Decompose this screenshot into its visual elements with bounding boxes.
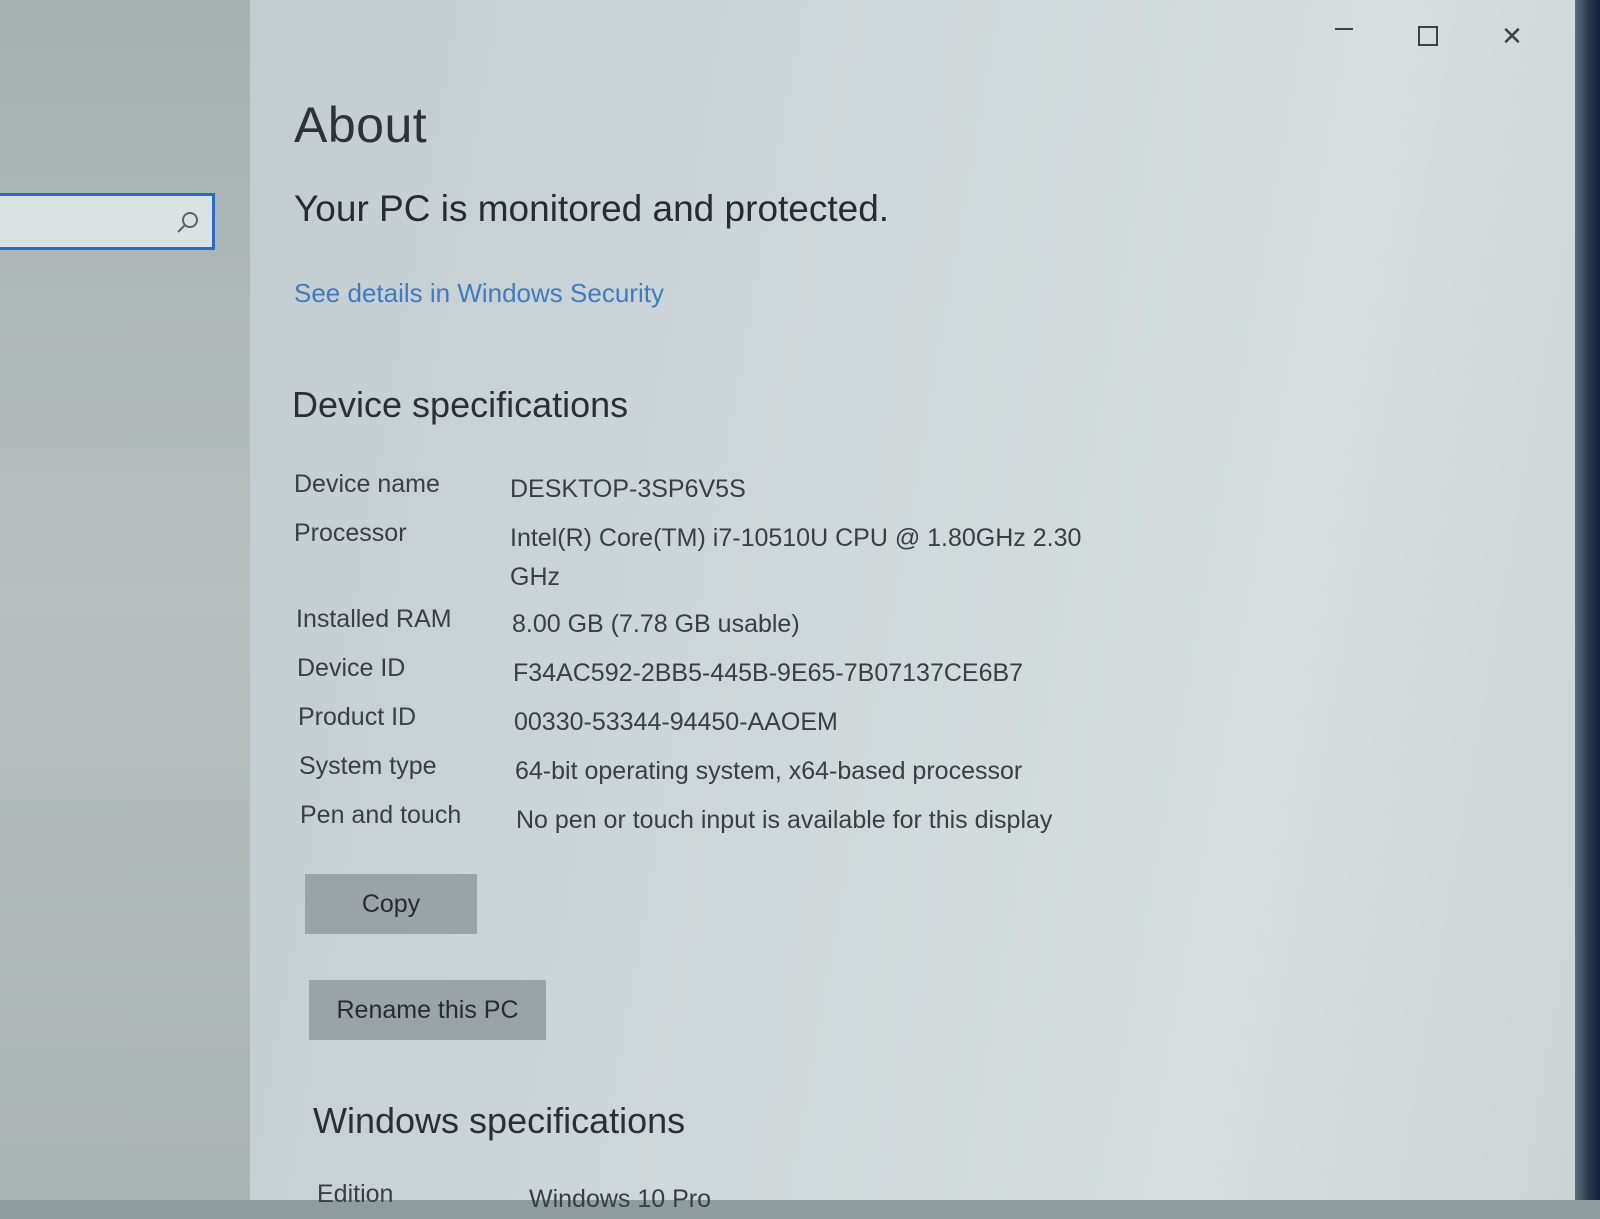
protection-status: Your PC is monitored and protected. bbox=[294, 188, 890, 229]
sidebar bbox=[0, 0, 250, 1200]
spec-label: Pen and touch bbox=[300, 801, 462, 829]
spec-value: No pen or touch input is available for t… bbox=[516, 806, 1053, 834]
search-input[interactable] bbox=[0, 193, 215, 250]
window-edge bbox=[1575, 0, 1600, 1200]
spec-value: 8.00 GB (7.78 GB usable) bbox=[512, 610, 800, 638]
spec-label: Edition bbox=[317, 1180, 394, 1208]
close-icon: ✕ bbox=[1501, 20, 1523, 51]
spec-label: Device name bbox=[294, 470, 440, 498]
search-icon[interactable] bbox=[174, 210, 200, 236]
maximize-button[interactable] bbox=[1406, 14, 1450, 58]
spec-label: Product ID bbox=[298, 703, 417, 731]
spec-label: Processor bbox=[294, 519, 407, 547]
spec-value: F34AC592-2BB5-445B-9E65-7B07137CE6B7 bbox=[513, 659, 1024, 687]
page-title: About bbox=[294, 97, 428, 153]
maximize-icon bbox=[1418, 26, 1438, 46]
copy-button[interactable]: Copy bbox=[305, 874, 477, 934]
spec-value: Intel(R) Core(TM) i7-10510U CPU @ 1.80GH… bbox=[510, 524, 1082, 591]
device-specs-title: Device specifications bbox=[292, 384, 629, 425]
close-button[interactable]: ✕ bbox=[1490, 14, 1534, 58]
rename-pc-button[interactable]: Rename this PC bbox=[309, 980, 546, 1040]
minimize-button[interactable] bbox=[1322, 14, 1366, 58]
spec-label: System type bbox=[299, 752, 437, 780]
windows-security-link[interactable]: See details in Windows Security bbox=[294, 278, 664, 309]
spec-value: 00330-53344-94450-AAOEM bbox=[514, 708, 838, 736]
windows-specs-title: Windows specifications bbox=[313, 1100, 686, 1141]
spec-label: Device ID bbox=[297, 654, 406, 682]
spec-value: 64-bit operating system, x64-based proce… bbox=[515, 757, 1023, 785]
spec-label: Installed RAM bbox=[296, 605, 452, 633]
minimize-icon bbox=[1335, 28, 1353, 30]
spec-value: DESKTOP-3SP6V5S bbox=[510, 475, 746, 503]
